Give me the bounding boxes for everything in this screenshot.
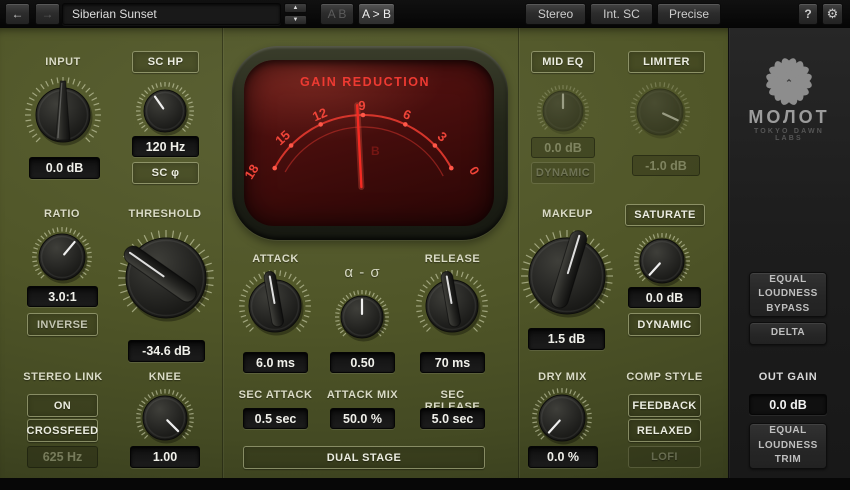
relaxed-button[interactable]: RELAXED	[628, 419, 701, 442]
threshold-knob[interactable]	[117, 229, 215, 332]
brand-name: МОЛОТ	[739, 107, 839, 128]
crossfeed-freq-value[interactable]: 625 Hz	[27, 446, 98, 468]
ab-compare-button[interactable]: A B	[320, 3, 354, 25]
arrow-left-icon: ←	[12, 7, 24, 21]
comp-style-label: COMP STYLE	[622, 371, 707, 383]
dry-mix-value[interactable]: 0.0 %	[528, 446, 598, 468]
sc-phase-button[interactable]: SC φ	[132, 162, 199, 184]
dry-mix-label: DRY MIX	[530, 371, 595, 383]
saturate-button[interactable]: SATURATE	[625, 204, 705, 226]
preset-up-button[interactable]: ▲	[284, 3, 307, 13]
ratio-knob[interactable]	[31, 226, 93, 293]
attack-value[interactable]: 6.0 ms	[243, 352, 308, 373]
sc-hp-button[interactable]: SC HP	[132, 51, 199, 73]
limiter-value[interactable]: -1.0 dB	[632, 155, 700, 176]
alpha-sigma-knob[interactable]	[334, 289, 390, 350]
meter-title: GAIN REDUCTION	[300, 75, 430, 89]
release-value[interactable]: 70 ms	[420, 352, 485, 373]
stereo-link-label: STEREO LINK	[19, 371, 107, 383]
brand-company: TOKYO DAWN LABS	[739, 128, 839, 142]
molot-plugin-window: ← → Siberian Sunset ▲ ▼ A B A > B Stereo…	[0, 0, 850, 490]
meter-tick-label: 0	[466, 164, 483, 178]
attack-knob[interactable]	[238, 269, 312, 348]
input-value[interactable]: 0.0 dB	[29, 157, 100, 179]
feedback-button[interactable]: FEEDBACK	[628, 394, 701, 417]
triangle-up-icon: ▲	[293, 5, 299, 11]
side-panel: МОЛОТ TOKYO DAWN LABS EQUAL LOUDNESS BYP…	[728, 28, 850, 478]
attack-label: ATTACK	[243, 253, 308, 265]
sec-attack-value[interactable]: 0.5 sec	[243, 408, 308, 429]
dry-mix-knob[interactable]	[531, 387, 593, 454]
meter-face-mark: B	[371, 144, 380, 158]
limiter-knob[interactable]	[629, 81, 691, 148]
help-button[interactable]: ?	[798, 3, 818, 25]
attack-mix-value[interactable]: 50.0 %	[330, 408, 395, 429]
flower-logo-icon	[759, 52, 819, 110]
bottom-strip	[0, 478, 850, 490]
quality-mode-button[interactable]: Precise	[657, 3, 721, 25]
triangle-down-icon: ▼	[293, 17, 299, 23]
makeup-label: MAKEUP	[535, 208, 600, 220]
delta-button[interactable]: DELTA	[749, 322, 827, 345]
limiter-button[interactable]: LIMITER	[628, 51, 705, 73]
equal-loudness-trim-button[interactable]: EQUAL LOUDNESS TRIM	[749, 423, 827, 469]
knee-knob[interactable]	[135, 388, 195, 453]
saturate-value[interactable]: 0.0 dB	[628, 287, 701, 308]
inverse-button[interactable]: INVERSE	[27, 313, 98, 336]
help-icon: ?	[804, 7, 811, 21]
alpha-sigma-value[interactable]: 0.50	[330, 352, 395, 373]
makeup-knob[interactable]	[520, 229, 614, 328]
titlebar: ← → Siberian Sunset ▲ ▼ A B A > B Stereo…	[0, 0, 850, 28]
out-gain-value[interactable]: 0.0 dB	[749, 394, 827, 415]
input-label: INPUT	[20, 56, 106, 68]
gain-reduction-meter: GAIN REDUCTION 18 15 12 9 6 3 0	[232, 46, 508, 240]
knee-value[interactable]: 1.00	[130, 446, 200, 468]
mid-eq-value[interactable]: 0.0 dB	[531, 137, 595, 158]
settings-button[interactable]: ⚙	[822, 3, 843, 25]
lofi-button[interactable]: LOFI	[628, 446, 701, 468]
meter-tick-label: 18	[244, 162, 262, 182]
meter-face: GAIN REDUCTION 18 15 12 9 6 3 0	[244, 60, 494, 226]
preset-down-button[interactable]: ▼	[284, 15, 307, 25]
gear-icon: ⚙	[827, 6, 839, 22]
release-knob[interactable]	[415, 269, 489, 348]
input-knob[interactable]	[24, 76, 102, 159]
mid-eq-button[interactable]: MID EQ	[531, 51, 595, 73]
threshold-label: THRESHOLD	[120, 208, 210, 220]
stereo-link-on-button[interactable]: ON	[27, 394, 98, 417]
mid-eq-dynamic-button[interactable]: DYNAMIC	[531, 162, 595, 184]
mid-eq-knob[interactable]	[536, 84, 590, 143]
ratio-label: RATIO	[19, 208, 105, 220]
out-gain-label: OUT GAIN	[739, 371, 837, 383]
preset-prev-button[interactable]: ←	[5, 3, 30, 25]
makeup-value[interactable]: 1.5 dB	[528, 328, 605, 350]
attack-mix-label: ATTACK MIX	[324, 389, 401, 401]
equal-loudness-bypass-button[interactable]: EQUAL LOUDNESS BYPASS	[749, 272, 827, 317]
arrow-right-icon: →	[42, 7, 54, 21]
sec-attack-label: SEC ATTACK	[237, 389, 314, 401]
preset-next-button[interactable]: →	[35, 3, 60, 25]
divider	[518, 28, 519, 478]
alpha-sigma-label: α - σ	[330, 264, 395, 281]
meter-tick-label: 3	[435, 129, 451, 145]
saturate-dynamic-button[interactable]: DYNAMIC	[628, 313, 701, 336]
sec-release-value[interactable]: 5.0 sec	[420, 408, 485, 429]
ratio-value[interactable]: 3.0:1	[27, 286, 98, 307]
preset-field[interactable]: Siberian Sunset	[62, 3, 281, 25]
sc-hp-freq-value[interactable]: 120 Hz	[132, 136, 199, 157]
release-label: RELEASE	[420, 253, 485, 265]
saturate-knob[interactable]	[633, 232, 691, 295]
divider	[222, 28, 223, 478]
dual-stage-button[interactable]: DUAL STAGE	[243, 446, 485, 469]
threshold-value[interactable]: -34.6 dB	[128, 340, 205, 362]
sidechain-mode-button[interactable]: Int. SC	[590, 3, 653, 25]
meter-tick-label: 6	[401, 106, 413, 123]
crossfeed-button[interactable]: CROSSFEED	[27, 419, 98, 442]
a-to-b-copy-button[interactable]: A > B	[358, 3, 395, 25]
knee-label: KNEE	[130, 371, 200, 383]
channel-mode-button[interactable]: Stereo	[525, 3, 586, 25]
